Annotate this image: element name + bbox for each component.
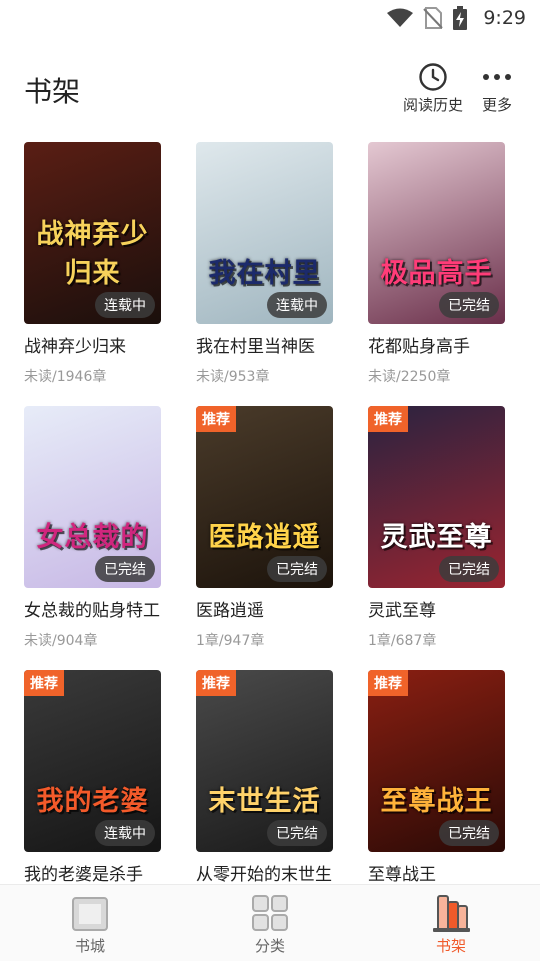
no-sim-icon <box>423 7 444 29</box>
reading-history-label: 阅读历史 <box>403 96 464 114</box>
recommended-badge: 推荐 <box>368 670 408 696</box>
status-badge: 已完结 <box>439 820 499 846</box>
book-title: 战神弃少归来 <box>24 337 126 357</box>
clock-icon <box>418 60 448 94</box>
book-item[interactable]: 我的老婆 推荐 连载中 我的老婆是杀手 <box>24 670 161 885</box>
cover-title: 战神弃少归来 <box>36 219 149 289</box>
recommended-badge: 推荐 <box>196 670 236 696</box>
book-item[interactable]: 医路逍遥 推荐 已完结 医路逍遥 1章/947章 <box>196 406 333 650</box>
reading-progress: 未读/2250章 <box>368 369 451 385</box>
book-title: 医路逍遥 <box>196 601 264 621</box>
book-cover: 灵武至尊 推荐 已完结 <box>368 406 505 588</box>
category-icon <box>250 891 290 935</box>
book-item[interactable]: 极品高手 已完结 花都贴身高手 未读/2250章 <box>368 142 505 386</box>
header: 书架 阅读历史 更多 <box>0 56 540 126</box>
reading-progress: 未读/1946章 <box>24 369 107 385</box>
book-title: 我在村里当神医 <box>196 337 315 357</box>
status-badge: 连载中 <box>95 820 155 846</box>
tab-label: 分类 <box>254 937 285 955</box>
book-title: 我的老婆是杀手 <box>24 865 143 885</box>
book-title: 至尊战王 <box>368 865 436 885</box>
status-badge: 连载中 <box>95 292 155 318</box>
recommended-badge: 推荐 <box>368 406 408 432</box>
book-cover: 至尊战王 推荐 已完结 <box>368 670 505 852</box>
reading-progress: 1章/687章 <box>368 633 437 649</box>
page-title: 书架 <box>24 75 81 108</box>
tab-bookshelf[interactable]: 书架 <box>401 891 501 956</box>
book-item[interactable]: 女总裁的 已完结 女总裁的贴身特工 未读/904章 <box>24 406 161 650</box>
book-cover: 末世生活 推荐 已完结 <box>196 670 333 852</box>
cover-title: 我在村里 <box>208 258 321 289</box>
cover-title: 医路逍遥 <box>208 522 321 553</box>
book-title: 从零开始的末世生 <box>196 865 332 885</box>
book-cover: 战神弃少归来 连载中 <box>24 142 161 324</box>
bookshelf-icon <box>430 891 472 935</box>
book-cover: 女总裁的 已完结 <box>24 406 161 588</box>
more-dots-icon <box>482 60 512 94</box>
tab-bookstore[interactable]: 书城 <box>40 891 140 956</box>
cover-title: 我的老婆 <box>36 786 149 817</box>
cover-title: 极品高手 <box>380 258 493 289</box>
status-bar: 9:29 <box>0 0 540 36</box>
cover-title: 至尊战王 <box>380 786 493 817</box>
cover-title: 末世生活 <box>208 786 321 817</box>
cover-title: 灵武至尊 <box>380 522 493 553</box>
cover-title: 女总裁的 <box>36 522 149 553</box>
reading-progress: 1章/947章 <box>196 633 265 649</box>
status-badge: 已完结 <box>267 556 327 582</box>
status-badge: 连载中 <box>267 292 327 318</box>
status-badge: 已完结 <box>267 820 327 846</box>
book-cover: 我的老婆 推荐 连载中 <box>24 670 161 852</box>
book-title: 花都贴身高手 <box>368 337 470 357</box>
bottom-tab-bar: 书城 分类 书架 <box>0 884 540 961</box>
book-cover: 我在村里 连载中 <box>196 142 333 324</box>
tab-label: 书架 <box>435 937 466 955</box>
tab-category[interactable]: 分类 <box>220 891 320 956</box>
status-badge: 已完结 <box>439 292 499 318</box>
reading-progress: 未读/953章 <box>196 369 270 385</box>
book-title: 灵武至尊 <box>368 601 436 621</box>
battery-charging-icon <box>453 6 468 30</box>
more-label: 更多 <box>482 96 513 114</box>
tab-label: 书城 <box>74 937 105 955</box>
status-badge: 已完结 <box>439 556 499 582</box>
book-item[interactable]: 灵武至尊 推荐 已完结 灵武至尊 1章/687章 <box>368 406 505 650</box>
reading-progress: 未读/904章 <box>24 633 98 649</box>
status-badge: 已完结 <box>95 556 155 582</box>
book-item[interactable]: 战神弃少归来 连载中 战神弃少归来 未读/1946章 <box>24 142 161 386</box>
book-item[interactable]: 末世生活 推荐 已完结 从零开始的末世生 <box>196 670 333 885</box>
more-button[interactable]: 更多 <box>482 60 512 115</box>
book-item[interactable]: 至尊战王 推荐 已完结 至尊战王 <box>368 670 505 885</box>
book-title: 女总裁的贴身特工 <box>24 601 160 621</box>
recommended-badge: 推荐 <box>24 670 64 696</box>
reading-history-button[interactable]: 阅读历史 <box>403 60 463 115</box>
wifi-icon <box>387 8 414 27</box>
book-cover: 医路逍遥 推荐 已完结 <box>196 406 333 588</box>
recommended-badge: 推荐 <box>196 406 236 432</box>
bookstore-icon <box>70 891 110 935</box>
clock: 9:29 <box>483 7 526 29</box>
book-cover: 极品高手 已完结 <box>368 142 505 324</box>
book-item[interactable]: 我在村里 连载中 我在村里当神医 未读/953章 <box>196 142 333 386</box>
